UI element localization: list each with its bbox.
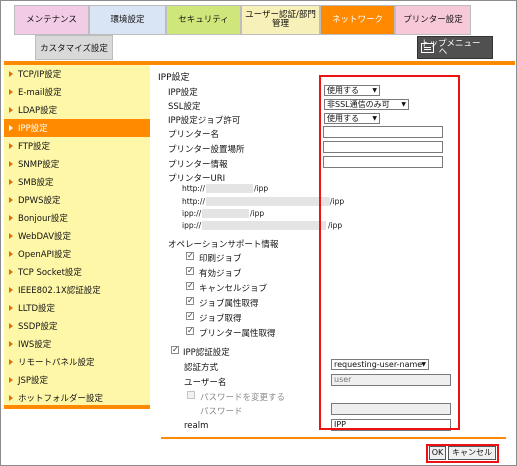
op-printer-attr-checkbox[interactable]: ✓ xyxy=(186,327,194,335)
sidebar-item-lltd[interactable]: LLTD設定 xyxy=(4,299,150,317)
page-title: IPP設定 xyxy=(158,73,190,83)
sidebar-item-openapi[interactable]: OpenAPI設定 xyxy=(4,245,150,263)
sidebar-item-ssdp[interactable]: SSDP設定 xyxy=(4,317,150,335)
ipp-setting-label: IPP設定 xyxy=(168,88,198,98)
change-password-label: パスワードを変更する xyxy=(200,393,286,403)
tab-user-auth[interactable]: ユーザー認証/部門 管理 xyxy=(241,5,320,35)
uri-2-prefix: http:// xyxy=(182,197,205,206)
password-label: パスワード xyxy=(200,407,243,417)
ipp-auth-checkbox[interactable]: ✓ xyxy=(171,346,179,354)
op-job-attr-label: ジョブ属性取得 xyxy=(199,299,259,309)
uri-1-suffix: /ipp xyxy=(254,184,269,193)
realm-label: realm xyxy=(184,421,209,431)
sidebar-item-tcp-socket[interactable]: TCP Socket設定 xyxy=(4,263,150,281)
subtab-customize[interactable]: カスタマイズ設定 xyxy=(35,35,113,60)
uri-2-redacted xyxy=(206,197,330,206)
window-frame: メンテナンス 環境設定 セキュリティ ユーザー認証/部門 管理 ネットワーク プリ… xyxy=(0,0,517,466)
sidebar-item-jsp[interactable]: JSP設定 xyxy=(4,371,150,389)
change-password-checkbox[interactable] xyxy=(187,391,195,399)
tab-security[interactable]: セキュリティ xyxy=(166,5,241,35)
uri-1-prefix: http:// xyxy=(182,184,205,193)
sidebar-item-smb[interactable]: SMB設定 xyxy=(4,173,150,191)
ipp-job-label: IPP設定ジョブ許可 xyxy=(168,116,241,126)
sidebar-item-dpws[interactable]: DPWS設定 xyxy=(4,191,150,209)
printer-location-label: プリンター設置場所 xyxy=(168,145,245,155)
uri-1-redacted xyxy=(206,184,253,193)
op-print-job-checkbox[interactable]: ✓ xyxy=(186,252,194,260)
op-cancel-job-checkbox[interactable]: ✓ xyxy=(186,282,194,290)
op-job-attr-checkbox[interactable]: ✓ xyxy=(186,297,194,305)
top-menu-button[interactable]: トップメニューへ xyxy=(417,36,493,59)
sidebar-item-snmp[interactable]: SNMP設定 xyxy=(4,155,150,173)
sidebar-item-iws[interactable]: IWS設定 xyxy=(4,335,150,353)
username-label: ユーザー名 xyxy=(184,378,227,388)
sidebar-item-tcpip[interactable]: TCP/IP設定 xyxy=(4,65,150,83)
footer-divider xyxy=(161,437,506,439)
uri-3-suffix: /ipp xyxy=(250,209,265,218)
sidebar-item-ieee8021x[interactable]: IEEE802.1X認証設定 xyxy=(4,281,150,299)
op-get-job-label: ジョブ取得 xyxy=(199,314,242,324)
printer-info-label: プリンター情報 xyxy=(168,160,228,170)
highlight-box-settings xyxy=(319,75,460,430)
sidebar-item-webdav[interactable]: WebDAV設定 xyxy=(4,227,150,245)
auth-method-label: 認証方式 xyxy=(184,363,219,373)
sidebar-item-ftp[interactable]: FTP設定 xyxy=(4,137,150,155)
tab-maintenance[interactable]: メンテナンス xyxy=(14,5,89,35)
sidebar-item-ipp[interactable]: IPP設定 xyxy=(4,119,150,137)
uri-3-redacted xyxy=(202,209,249,218)
ipp-auth-label: IPP認証設定 xyxy=(183,348,230,358)
cancel-button[interactable]: キャンセル xyxy=(448,446,496,460)
tab-environment[interactable]: 環境設定 xyxy=(89,5,166,35)
printer-name-label: プリンター名 xyxy=(168,130,220,140)
sidebar-item-remote-panel[interactable]: リモートパネル設定 xyxy=(4,353,150,371)
printer-uri-label: プリンターURI xyxy=(168,174,226,184)
op-valid-job-checkbox[interactable]: ✓ xyxy=(186,267,194,275)
op-printer-attr-label: プリンター属性取得 xyxy=(199,329,276,339)
operation-support-label: オペレーションサポート情報 xyxy=(168,240,279,250)
sidebar-item-ldap[interactable]: LDAP設定 xyxy=(4,101,150,119)
op-get-job-checkbox[interactable]: ✓ xyxy=(186,312,194,320)
op-print-job-label: 印刷ジョブ xyxy=(199,254,242,264)
sidebar-item-email[interactable]: E-mail設定 xyxy=(4,83,150,101)
tab-network[interactable]: ネットワーク xyxy=(320,5,395,35)
uri-4-redacted xyxy=(202,221,326,230)
sidebar: TCP/IP設定 E-mail設定 LDAP設定 IPP設定 FTP設定 SNM… xyxy=(4,65,150,405)
ssl-setting-label: SSL設定 xyxy=(168,102,201,112)
uri-4-prefix: ipp:// xyxy=(182,221,202,230)
uri-3-prefix: ipp:// xyxy=(182,209,202,218)
sidebar-item-bonjour[interactable]: Bonjour設定 xyxy=(4,209,150,227)
sidebar-footer-bar xyxy=(4,405,150,409)
ok-button[interactable]: OK xyxy=(429,446,446,460)
op-valid-job-label: 有効ジョブ xyxy=(199,269,242,279)
tab-printer[interactable]: プリンター設定 xyxy=(395,5,471,35)
op-cancel-job-label: キャンセルジョブ xyxy=(199,284,268,294)
